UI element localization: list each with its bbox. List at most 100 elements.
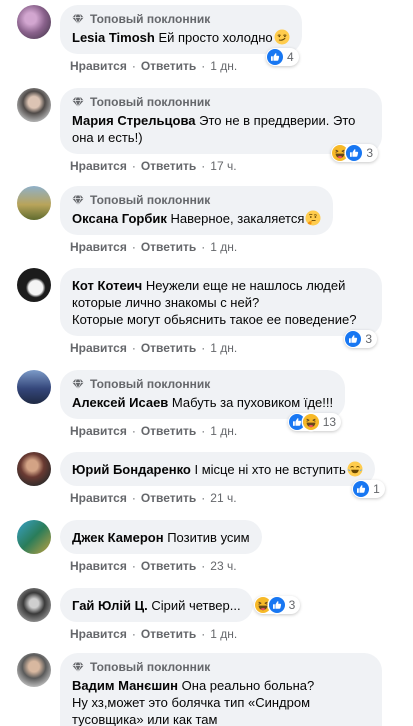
- reply-button[interactable]: Ответить: [141, 491, 196, 505]
- like-button[interactable]: Нравится: [70, 424, 127, 438]
- comment-body: Топовый поклонник Lesia Timosh Ей просто…: [60, 5, 395, 74]
- diamond-icon: [72, 661, 84, 673]
- comment-text: І місце ні хто не вступить: [194, 462, 346, 477]
- like-button[interactable]: Нравится: [70, 491, 127, 505]
- timestamp[interactable]: 1 дн.: [210, 240, 237, 254]
- comment-bubble: Гай Юлій Ц. Сірий четвер... 3: [60, 588, 301, 622]
- timestamp[interactable]: 1 дн.: [210, 59, 237, 73]
- author-name[interactable]: Гай Юлій Ц.: [72, 598, 148, 613]
- reply-button[interactable]: Ответить: [141, 59, 196, 73]
- badge-label: Топовый поклонник: [90, 95, 211, 109]
- like-button[interactable]: Нравится: [70, 59, 127, 73]
- top-fan-badge[interactable]: Топовый поклонник: [72, 94, 370, 110]
- separator: ·: [201, 341, 206, 355]
- thinking-face-emoji-icon: [305, 210, 321, 226]
- avatar[interactable]: [17, 588, 51, 622]
- reaction-count: 1: [373, 482, 380, 496]
- comment-text: Позитив усим: [167, 530, 250, 545]
- comment-bubble: Топовый поклонник Мария Стрельцова Это н…: [60, 88, 382, 162]
- comment-bubble: Топовый поклонник Lesia Timosh Ей просто…: [60, 5, 302, 66]
- reactions-summary[interactable]: 1: [352, 480, 385, 498]
- comment-text-block: Оксана Горбик Наверное, закаляется: [72, 210, 321, 227]
- smirking-face-emoji-icon: [274, 29, 290, 45]
- comment-text: Мабуть за пуховиком їде!!!: [171, 395, 334, 410]
- avatar[interactable]: [17, 370, 51, 404]
- badge-label: Топовый поклонник: [90, 377, 211, 391]
- timestamp[interactable]: 1 дн.: [210, 341, 237, 355]
- comment-bubble: Юрий Бондаренко І місце ні хто не вступи…: [60, 452, 385, 498]
- author-name[interactable]: Юрий Бондаренко: [72, 462, 191, 477]
- reactions-summary[interactable]: 3: [253, 596, 301, 614]
- avatar[interactable]: [17, 88, 51, 122]
- reactions-summary[interactable]: 13: [287, 413, 342, 431]
- comment-text: Сірий четвер...: [151, 598, 241, 613]
- avatar[interactable]: [17, 5, 51, 39]
- avatar[interactable]: [17, 452, 51, 486]
- separator: ·: [201, 59, 206, 73]
- separator: ·: [201, 491, 206, 505]
- author-name[interactable]: Джек Камерон: [72, 530, 164, 545]
- comment-body: Гай Юлій Ц. Сірий четвер... 3 Нравится · О…: [60, 588, 395, 642]
- diamond-icon: [72, 194, 84, 206]
- reactions-summary[interactable]: 4: [265, 48, 299, 66]
- separator: ·: [131, 424, 136, 438]
- top-fan-badge[interactable]: Топовый поклонник: [72, 192, 321, 208]
- like-reaction-icon: [266, 49, 283, 65]
- author-name[interactable]: Вадим Манєшин: [72, 678, 178, 693]
- like-reaction-icon: [268, 597, 285, 613]
- top-fan-badge[interactable]: Топовый поклонник: [72, 11, 290, 27]
- reply-button[interactable]: Ответить: [141, 341, 196, 355]
- avatar[interactable]: [17, 653, 51, 687]
- haha-reaction-icon: [302, 414, 319, 430]
- reactions-summary[interactable]: 3: [331, 144, 378, 162]
- like-button[interactable]: Нравится: [70, 559, 127, 573]
- reply-button[interactable]: Ответить: [141, 627, 196, 641]
- comment-bubble: Кот Котеич Неужели еще не нашлось людей …: [60, 268, 382, 348]
- like-button[interactable]: Нравится: [70, 341, 127, 355]
- timestamp[interactable]: 17 ч.: [210, 159, 236, 173]
- reaction-count: 3: [365, 332, 372, 346]
- author-name[interactable]: Кот Котеич: [72, 278, 142, 293]
- separator: ·: [131, 59, 136, 73]
- avatar[interactable]: [17, 186, 51, 220]
- author-name[interactable]: Мария Стрельцова: [72, 113, 196, 128]
- avatar[interactable]: [17, 268, 51, 302]
- like-button[interactable]: Нравится: [70, 627, 127, 641]
- comment-text: Наверное, закаляется: [170, 211, 305, 226]
- separator: ·: [201, 627, 206, 641]
- author-name[interactable]: Алексей Исаев: [72, 395, 168, 410]
- comment-bubble: Джек Камерон Позитив усим: [60, 520, 262, 554]
- timestamp[interactable]: 23 ч.: [210, 559, 236, 573]
- comment-text-block: Мария Стрельцова Это не в преддверии. Эт…: [72, 112, 370, 146]
- reactions-summary[interactable]: 3: [344, 330, 377, 348]
- comment-text-block: Lesia Timosh Ей просто холодно: [72, 29, 290, 46]
- reply-button[interactable]: Ответить: [141, 559, 196, 573]
- separator: ·: [201, 159, 206, 173]
- reply-button[interactable]: Ответить: [141, 159, 196, 173]
- like-button[interactable]: Нравится: [70, 240, 127, 254]
- like-reaction-icon: [346, 145, 363, 161]
- timestamp[interactable]: 21 ч.: [210, 491, 236, 505]
- separator: ·: [201, 424, 206, 438]
- avatar[interactable]: [17, 520, 51, 554]
- reply-button[interactable]: Ответить: [141, 424, 196, 438]
- comment-body: Юрий Бондаренко І місце ні хто не вступи…: [60, 452, 395, 506]
- face-with-tears-of-joy-emoji-icon: [347, 461, 363, 477]
- top-fan-badge[interactable]: Топовый поклонник: [72, 659, 370, 675]
- timestamp[interactable]: 1 дн.: [210, 627, 237, 641]
- comment-actions: Нравится · Ответить · 1 дн.: [60, 340, 237, 356]
- comment-actions: Нравится · Ответить · 1 дн.: [60, 626, 237, 642]
- comment-actions: Нравится · Ответить · 21 ч.: [60, 490, 237, 506]
- like-button[interactable]: Нравится: [70, 159, 127, 173]
- comment-body: Топовый поклонник Мария Стрельцова Это н…: [60, 88, 395, 174]
- author-name[interactable]: Оксана Горбик: [72, 211, 167, 226]
- reaction-count: 4: [286, 50, 294, 64]
- timestamp[interactable]: 1 дн.: [210, 424, 237, 438]
- top-fan-badge[interactable]: Топовый поклонник: [72, 376, 333, 392]
- comment-text-block: Юрий Бондаренко І місце ні хто не вступи…: [72, 461, 363, 478]
- reply-button[interactable]: Ответить: [141, 240, 196, 254]
- author-name[interactable]: Lesia Timosh: [72, 30, 155, 45]
- diamond-icon: [72, 96, 84, 108]
- separator: ·: [131, 491, 136, 505]
- comment-body: Топовый поклонник Вадим Манєшин Она реал…: [60, 653, 395, 726]
